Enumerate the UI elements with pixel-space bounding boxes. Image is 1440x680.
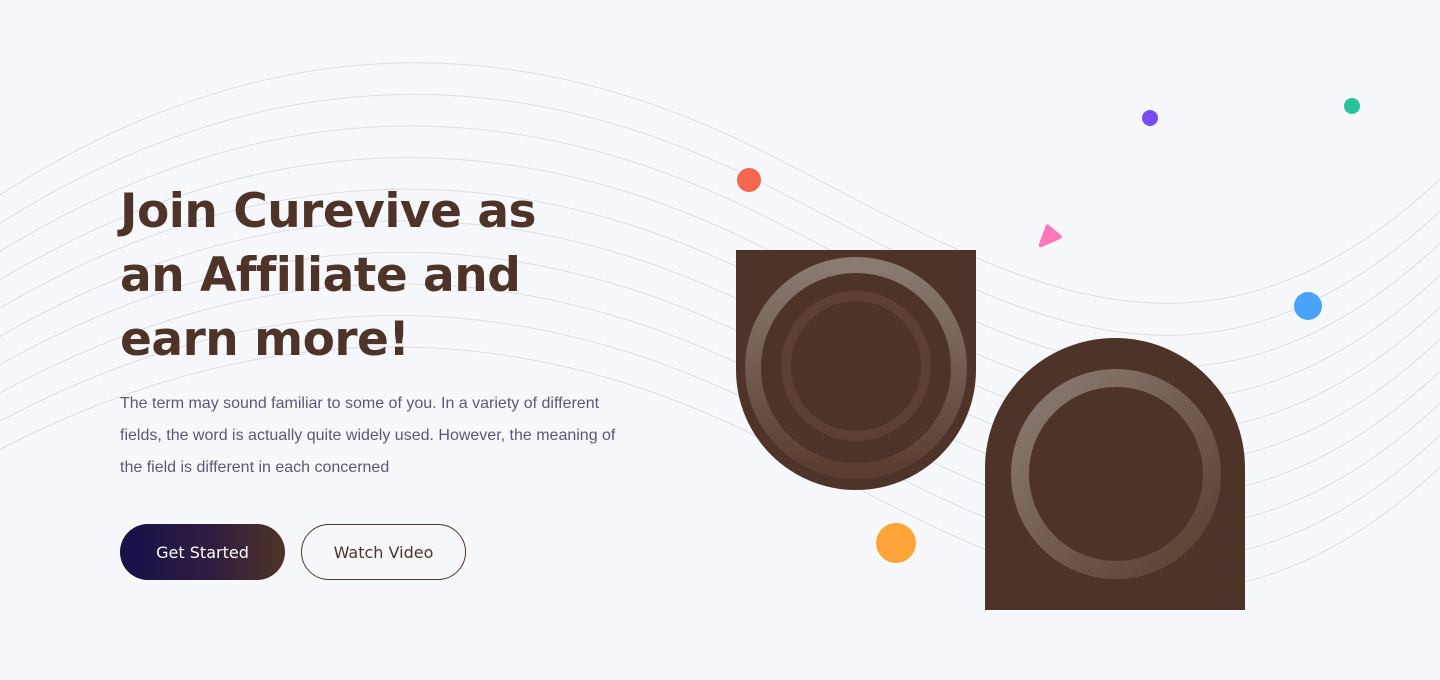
green-dot-decoration — [1344, 98, 1360, 114]
blue-dot-decoration — [1294, 292, 1322, 320]
brown-shape-left — [736, 250, 976, 490]
hero-illustration — [736, 250, 1245, 610]
red-dot-decoration — [737, 168, 761, 192]
orange-dot-decoration — [876, 523, 916, 563]
purple-dot-decoration — [1142, 110, 1158, 126]
pink-triangle-decoration — [1038, 224, 1062, 248]
hero-section: Join Curevive as an Affiliate and earn m… — [0, 0, 1440, 680]
brown-shape-right — [985, 338, 1245, 610]
